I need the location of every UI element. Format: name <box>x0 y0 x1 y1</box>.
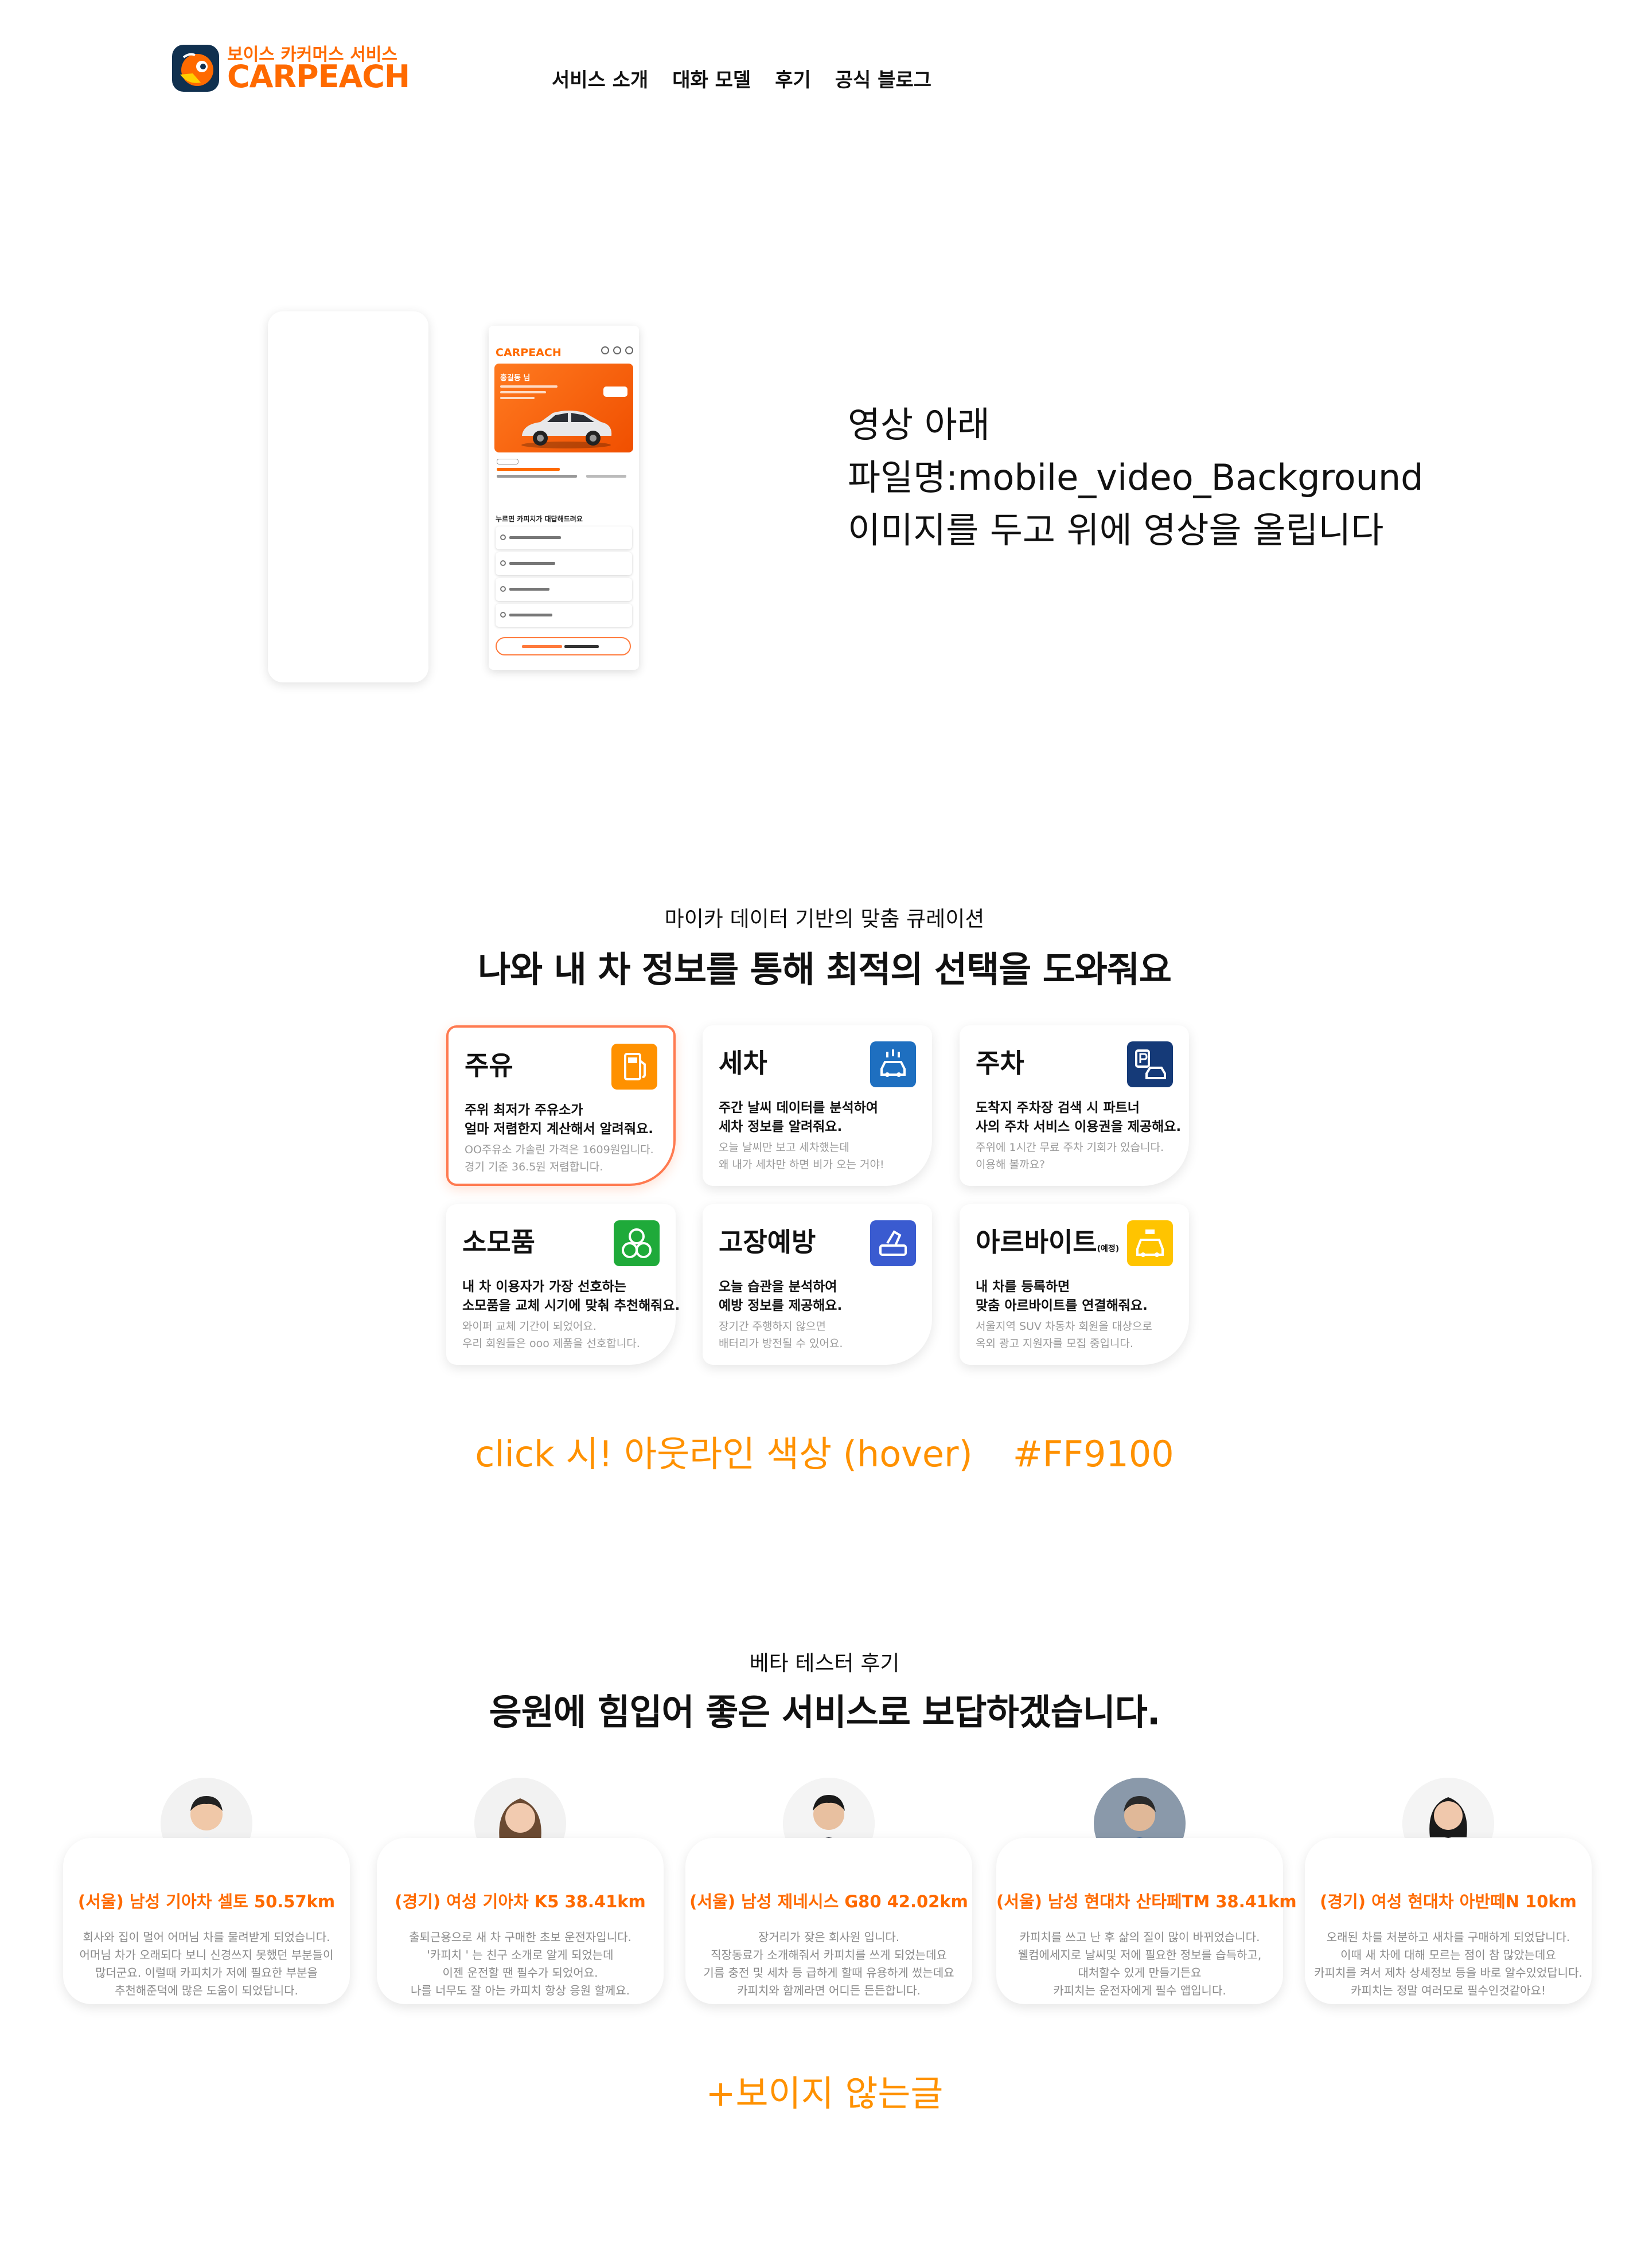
review-card: (경기) 여성 기아차 K5 38.41km 출퇴근용으로 새 차 구매한 초보… <box>377 1838 664 2004</box>
review-title: (경기) 여성 현대차 아반떼N 10km <box>1320 1892 1577 1911</box>
card-description: 도착지 주차장 검색 시 파트너 사의 주차 서비스 이용권을 제공해요. <box>976 1100 1182 1134</box>
app-menu-title: 누르면 카피치가 대답해드려요 <box>496 515 583 523</box>
nav-reviews[interactable]: 후기 <box>775 64 811 92</box>
note-line: 이미지를 두고 위에 영상을 올립니다 <box>848 509 1384 551</box>
card-title: 주차 <box>976 1048 1024 1079</box>
card-title: 주유 <box>465 1050 513 1081</box>
reviews-subtitle: 베타 테스터 후기 <box>749 1651 900 1676</box>
review-title: (경기) 여성 기아차 K5 38.41km <box>395 1892 646 1911</box>
review-body: 장거리가 잦은 회사원 입니다. 직장동료가 소개해줘서 카피치를 쓰게 되었는데… <box>703 1930 954 1997</box>
app-more-button <box>496 637 631 655</box>
user-icon <box>625 346 633 354</box>
card-title: 소모품 <box>462 1227 535 1258</box>
card-example: 와이퍼 교체 기간이 되었어요. 우리 회원들은 ooo 제품을 선호합니다. <box>462 1320 640 1350</box>
car-wash-icon <box>870 1041 916 1087</box>
card-part-time-job[interactable]: 아르바이트(예정) 내 차를 등록하면 맞춤 아르바이트를 연결해줘요. 서울지역… <box>960 1204 1189 1365</box>
carpeach-logo[interactable]: 보이스 카커머스 서비스 CARPEACH <box>172 40 410 97</box>
review-body: 카피치를 쓰고 난 후 삶의 질이 많이 바뀌었습니다. 웰컴에세지로 날씨및 저… <box>1018 1930 1262 1997</box>
review-card: (서울) 남성 현대차 산타페TM 38.41km 카피치를 쓰고 난 후 삶의… <box>996 1838 1297 2004</box>
car-image <box>517 404 615 452</box>
curation-title: 나와 내 차 정보를 통해 최적의 선택을 도와줘요 <box>478 948 1172 990</box>
card-title: 고장예방 <box>719 1227 816 1258</box>
review-card: (서울) 남성 제네시스 G80 42.02km 장거리가 잦은 회사원 입니다… <box>685 1838 972 2004</box>
review-body: 출퇴근용으로 새 차 구매한 초보 운전자입니다. '카피치 ' 는 친구 소개로… <box>409 1930 631 1997</box>
card-parking[interactable]: 주차 도착지 주차장 검색 시 파트너 사의 주차 서비스 이용권을 제공해요. … <box>960 1025 1189 1186</box>
app-menu-item <box>496 604 632 627</box>
reviews-title: 응원에 힘입어 좋은 서비스로 보답하겠습니다. <box>489 1691 1161 1733</box>
card-repair-prevention[interactable]: 고장예방 오늘 습관을 분석하여 예방 정보를 제공해요. 장기간 주행하지 않으… <box>703 1204 932 1365</box>
main-nav: 서비스 소개 대화 모델 후기 공식 블로그 <box>552 64 931 92</box>
taxi-icon <box>1127 1220 1173 1266</box>
review-title: (서울) 남성 제네시스 G80 42.02km <box>689 1892 968 1911</box>
video-phone-frame <box>268 311 428 682</box>
app-menu-item <box>496 578 632 601</box>
review-title: (서울) 남성 기아차 셀토 50.57km <box>77 1892 336 1911</box>
nav-service-intro[interactable]: 서비스 소개 <box>552 64 648 92</box>
card-car-wash[interactable]: 세차 주간 날씨 데이터를 분석하여 세차 정보를 알려줘요. 오늘 날씨만 보고… <box>703 1025 932 1186</box>
card-description: 오늘 습관을 분석하여 예방 정보를 제공해요. <box>719 1279 843 1313</box>
card-fuel[interactable]: 주유 주위 최저가 주유소가 얼마 저렴한지 계산해서 알려줘요. OO주유소 가… <box>446 1025 676 1186</box>
app-screenshot: CARPEACH 홍길동 님 누르면 카피치가 대답해드려요 <box>489 326 639 670</box>
bird-mascot-icon <box>172 45 219 92</box>
card-example: 오늘 날씨만 보고 세차했는데 왜 내가 세차만 하면 비가 오는 거야! <box>719 1141 884 1171</box>
nav-official-blog[interactable]: 공식 블로그 <box>835 64 931 92</box>
app-menu-item <box>496 552 632 575</box>
fuel-icon <box>611 1044 657 1090</box>
hover-note-text: click 시! 아웃라인 색상 (hover) <box>475 1433 973 1475</box>
note-line: 영상 아래 <box>848 404 990 446</box>
hidden-text-note: +보이지 않는글 <box>705 2072 944 2114</box>
review-body: 회사와 집이 멀어 어머님 차를 물려받게 되었습니다. 어머님 차가 오래되다 … <box>79 1930 334 1997</box>
logo-wordmark: CARPEACH <box>227 58 410 95</box>
card-example: 서울지역 SUV 차동차 회원을 대상으로 옥외 광고 지원자를 모집 중입니다. <box>976 1320 1152 1350</box>
app-banner-button <box>603 387 627 397</box>
parking-icon <box>1127 1041 1173 1087</box>
hover-color-note: click 시! 아웃라인 색상 (hover) #FF9100 <box>0 1425 1649 1477</box>
review-card: (경기) 여성 현대차 아반떼N 10km 오래된 차를 처분하고 새차를 구매… <box>1305 1838 1592 2004</box>
card-description: 내 차를 등록하면 맞춤 아르바이트를 연결해줘요. <box>976 1279 1148 1313</box>
app-header-icons <box>601 346 633 354</box>
review-body: 오래된 차를 처분하고 새차를 구매하게 되었답니다. 이때 새 차에 대해 모르… <box>1314 1930 1582 1997</box>
card-description: 내 차 이용자가 가장 선호하는 소모품을 교체 시기에 맞춰 추천해줘요. <box>462 1279 680 1313</box>
review-title: (서울) 남성 현대차 산타페TM 38.41km <box>996 1892 1297 1911</box>
review-card: (서울) 남성 기아차 셀토 50.57km 회사와 집이 멀어 어머님 차를 … <box>63 1838 350 2004</box>
curation-subtitle: 마이카 데이터 기반의 맞춤 큐레이션 <box>664 907 985 931</box>
card-example: OO주유소 가솔린 가격은 1609원입니다. 경기 기준 36.5원 저렴합니다… <box>465 1143 654 1173</box>
app-banner: 홍길동 님 <box>494 364 633 452</box>
card-title: 세차 <box>719 1048 767 1079</box>
app-car-info <box>494 456 633 491</box>
note-line: 파일명:mobile_video_Background <box>848 456 1424 498</box>
card-title-suffix: (예정) <box>1097 1244 1120 1254</box>
app-menu-item <box>496 526 632 549</box>
hover-note-code: #FF9100 <box>1012 1433 1174 1475</box>
card-example: 장기간 주행하지 않으면 배터리가 방전될 수 있어요. <box>719 1320 843 1350</box>
app-logo: CARPEACH <box>496 346 562 359</box>
app-greeting: 홍길동 님 <box>500 374 531 382</box>
card-parts[interactable]: 소모품 내 차 이용자가 가장 선호하는 소모품을 교체 시기에 맞춰 추천해줘요… <box>446 1204 680 1365</box>
card-description: 주위 최저가 주유소가 얼마 저렴한지 계산해서 알려줘요. <box>465 1103 653 1137</box>
card-description: 주간 날씨 데이터를 분석하여 세차 정보를 알려줘요. <box>719 1100 878 1134</box>
video-placeholder-note: 영상 아래 파일명:mobile_video_Background 이미지를 두… <box>848 399 1424 557</box>
card-title: 아르바이트(예정) <box>976 1227 1120 1258</box>
card-example: 주위에 1시간 무료 주차 기회가 있습니다. 이용해 볼까요? <box>976 1141 1164 1171</box>
parts-icon <box>614 1220 660 1266</box>
nav-conversation-model[interactable]: 대화 모델 <box>672 64 751 92</box>
repair-icon <box>870 1220 916 1266</box>
refresh-icon <box>601 346 609 354</box>
bell-icon <box>613 346 621 354</box>
